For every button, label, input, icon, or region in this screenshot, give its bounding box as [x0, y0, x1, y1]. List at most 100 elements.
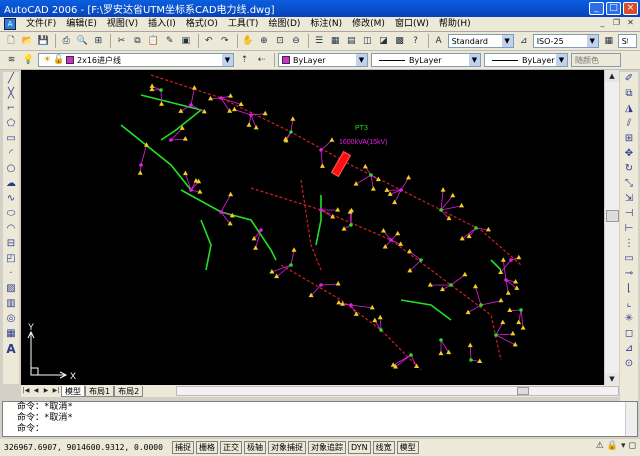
dyn-toggle[interactable]: DYN	[348, 441, 371, 454]
rectangle-icon[interactable]: ▭	[4, 132, 18, 146]
linetype-combo[interactable]: ByLayer ▼	[371, 53, 481, 67]
region-icon[interactable]: ◎	[4, 312, 18, 326]
plotstyle-combo[interactable]: 随颜色	[571, 53, 621, 67]
gradient-icon[interactable]: ▥	[4, 297, 18, 311]
break-icon[interactable]: ▭	[622, 252, 636, 266]
properties-icon[interactable]: ☰	[312, 34, 326, 49]
menu-window[interactable]: 窗口(W)	[390, 17, 434, 32]
menu-dimension[interactable]: 标注(N)	[305, 17, 347, 32]
calculator-icon[interactable]: ▩	[392, 34, 406, 49]
menu-insert[interactable]: 插入(I)	[143, 17, 181, 32]
arc-icon[interactable]: ◜	[4, 147, 18, 161]
copy-icon[interactable]: ⧉	[130, 34, 144, 49]
tab-next-icon[interactable]: ▶	[41, 386, 51, 396]
zoom-previous-icon[interactable]: ⊖	[289, 34, 303, 49]
block-editor-icon[interactable]: ▣	[179, 34, 193, 49]
menu-modify[interactable]: 修改(M)	[347, 17, 390, 32]
horizontal-scroll-thumb[interactable]	[517, 387, 529, 395]
ellipse-icon[interactable]: ⬭	[4, 207, 18, 221]
explode-icon[interactable]: ✳	[622, 312, 636, 326]
vertical-scroll-thumb[interactable]	[606, 210, 619, 222]
ellipse-arc-icon[interactable]: ◠	[4, 222, 18, 236]
menu-view[interactable]: 视图(V)	[102, 17, 143, 32]
doc-minimize-icon[interactable]: _	[597, 18, 608, 29]
dim-style-combo[interactable]: ISO-25 ▼	[532, 34, 599, 48]
undo-icon[interactable]: ↶	[202, 34, 216, 49]
copy-object-icon[interactable]: ⧉	[622, 87, 636, 101]
tab-prev-icon[interactable]: ◀	[31, 386, 41, 396]
fillet-icon[interactable]: ⌞	[622, 297, 636, 311]
autocad-icon[interactable]: A	[4, 18, 16, 30]
construction-line-icon[interactable]: ╳	[4, 87, 18, 101]
print-preview-icon[interactable]: 🔍	[75, 34, 89, 49]
layer-combo[interactable]: ☀ 🔓 2x16进户线 ▼	[38, 53, 234, 67]
extend-icon[interactable]: ⊢	[622, 222, 636, 236]
maximize-button[interactable]: □	[606, 2, 621, 15]
menu-tools[interactable]: 工具(T)	[223, 17, 264, 32]
redo-icon[interactable]: ↷	[218, 34, 232, 49]
model-toggle[interactable]: 模型	[396, 441, 419, 454]
trim-icon[interactable]: ⊣	[622, 207, 636, 221]
clean-screen-icon[interactable]: ◻	[629, 441, 636, 451]
chamfer-icon[interactable]: ⌊	[622, 282, 636, 296]
new-file-icon[interactable]: 🗋	[4, 34, 18, 49]
lineweight-combo[interactable]: ByLayer ▼	[484, 53, 568, 67]
text-style-combo[interactable]: Standard ▼	[447, 34, 514, 48]
grid-toggle[interactable]: 栅格	[196, 441, 218, 454]
revision-cloud-icon[interactable]: ☁	[4, 177, 18, 191]
tool-palettes-icon[interactable]: ▤	[344, 34, 358, 49]
tab-first-icon[interactable]: |◀	[21, 386, 31, 396]
erase-icon[interactable]: ✐	[622, 72, 636, 86]
join-icon[interactable]: ⊸	[622, 267, 636, 281]
osnap-toggle[interactable]: 对象捕捉	[268, 441, 306, 454]
match-properties-icon[interactable]: ✎	[163, 34, 177, 49]
doc-close-icon[interactable]: ✕	[625, 18, 636, 29]
open-folder-icon[interactable]: 📂	[20, 34, 34, 49]
doc-restore-icon[interactable]: ❐	[611, 18, 622, 29]
polyline-icon[interactable]: ⌐	[4, 102, 18, 116]
command-prompt[interactable]: 命令：	[17, 424, 637, 435]
tab-layout1[interactable]: 布局1	[85, 385, 115, 397]
move-icon[interactable]: ✥	[622, 147, 636, 161]
array-icon[interactable]: ⊞	[622, 132, 636, 146]
lock-toolbar-icon[interactable]: 🔒	[607, 441, 618, 451]
layer-manager-icon[interactable]: ≋	[4, 53, 19, 68]
menu-help[interactable]: 帮助(H)	[434, 17, 476, 32]
scale-icon[interactable]: ⤡	[622, 177, 636, 191]
make-block-icon[interactable]: ◰	[4, 252, 18, 266]
tab-last-icon[interactable]: ▶|	[51, 386, 61, 396]
vertical-scrollbar[interactable]: ▲ ▼	[604, 70, 619, 385]
line-icon[interactable]: ╱	[4, 72, 18, 86]
insert-block-icon[interactable]: ⊟	[4, 237, 18, 251]
menu-format[interactable]: 格式(O)	[181, 17, 223, 32]
comm-center-icon[interactable]: ⚠	[596, 441, 604, 451]
rotate-icon[interactable]: ↻	[622, 162, 636, 176]
close-button[interactable]: ×	[623, 2, 638, 15]
menu-file[interactable]: 文件(F)	[21, 17, 61, 32]
cut-icon[interactable]: ✂	[114, 34, 128, 49]
save-icon[interactable]: 💾	[36, 34, 50, 49]
scroll-up-icon[interactable]: ▲	[605, 70, 619, 82]
menu-edit[interactable]: 编辑(E)	[61, 17, 102, 32]
zoom-realtime-icon[interactable]: ⊕	[257, 34, 271, 49]
color-combo[interactable]: ByLayer ▼	[278, 53, 368, 67]
mtext-icon[interactable]: A	[4, 342, 18, 356]
break-at-point-icon[interactable]: ⋮	[622, 237, 636, 251]
design-center-icon[interactable]: ▦	[328, 34, 342, 49]
layer-previous-icon[interactable]: ⇠	[254, 53, 269, 68]
polygon-icon[interactable]: ⬠	[4, 117, 18, 131]
hatch-icon[interactable]: ▨	[4, 282, 18, 296]
print-icon[interactable]: ⎙	[59, 34, 73, 49]
lineweight-toggle[interactable]: 线宽	[372, 441, 395, 454]
snap-center-icon[interactable]: ⊙	[622, 357, 636, 371]
offset-icon[interactable]: ⫽	[622, 117, 636, 131]
otrack-toggle[interactable]: 对象追踪	[308, 441, 346, 454]
status-menu-icon[interactable]: ▾	[621, 441, 626, 451]
table-style-combo[interactable]: Standard	[617, 34, 637, 48]
tab-model[interactable]: 模型	[61, 385, 85, 397]
snap-toggle[interactable]: 捕捉	[172, 441, 194, 454]
snap-endpoint-icon[interactable]: ◻	[622, 327, 636, 341]
point-icon[interactable]: ·	[4, 267, 18, 281]
sheet-set-icon[interactable]: ◫	[360, 34, 374, 49]
command-line[interactable]: 命令：*取消* 命令：*取消* 命令：	[2, 401, 638, 437]
